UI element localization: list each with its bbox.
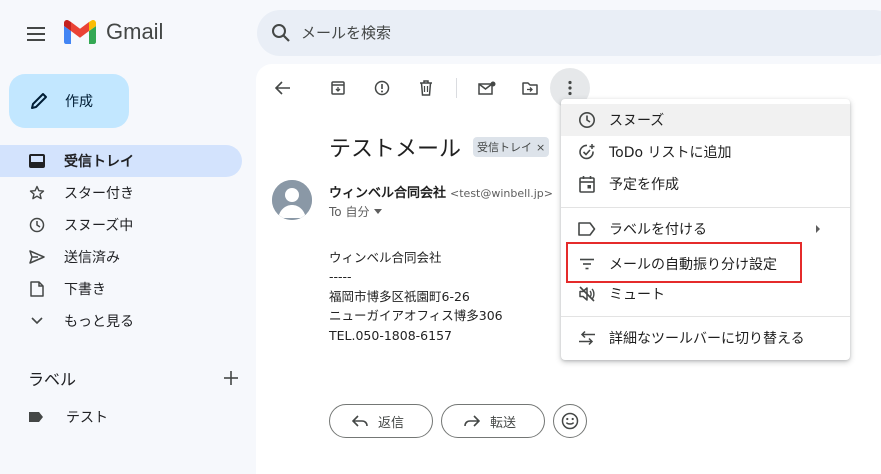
recipient-text: To 自分 <box>329 205 370 219</box>
sender-name[interactable]: ウィンベル合同会社 <box>329 182 446 201</box>
menu-item-create-event[interactable]: 予定を作成 <box>561 168 850 200</box>
move-to-icon[interactable] <box>518 76 542 100</box>
chip-label: 受信トレイ <box>477 141 533 154</box>
sidebar-item-label: スター付き <box>64 186 134 202</box>
sidebar-item-sent[interactable]: 送信済み <box>0 241 242 273</box>
avatar[interactable] <box>272 180 312 220</box>
search-icon[interactable] <box>271 23 291 43</box>
label-icon <box>28 411 44 423</box>
clock-icon <box>28 216 46 234</box>
sender-info: ウィンベル合同会社 <test@winbell.jp> <box>329 182 553 201</box>
swap-icon <box>577 328 597 348</box>
draft-icon <box>28 280 46 298</box>
reply-label: 返信 <box>378 415 405 431</box>
app-name: Gmail <box>106 19 164 44</box>
sidebar-item-starred[interactable]: スター付き <box>0 177 242 209</box>
label-item-test[interactable]: テスト <box>28 405 108 429</box>
menu-item-label: ラベルを付ける <box>609 222 707 238</box>
star-icon <box>28 184 46 202</box>
body-line: 福岡市博多区祇園町6-26 <box>329 288 470 304</box>
body-line: TEL.050-1808-6157 <box>329 327 452 343</box>
clock-icon <box>577 110 597 130</box>
main-menu-icon[interactable] <box>24 22 48 46</box>
inbox-chip: 受信トレイ × <box>473 137 550 157</box>
sidebar-item-label: 送信済み <box>64 250 120 266</box>
menu-divider <box>561 207 850 208</box>
sidebar-nav: 受信トレイ スター付き スヌーズ中 送信済み 下書き もっと見る <box>0 145 242 337</box>
label-item-label: テスト <box>66 410 108 426</box>
forward-icon <box>464 415 480 427</box>
calendar-icon <box>577 174 597 194</box>
more-options-menu: スヌーズ ToDo リストに追加 予定を作成 ラベルを付ける メールの自動振り分… <box>561 99 850 360</box>
red-highlight-box <box>566 242 802 283</box>
label-outline-icon <box>577 219 597 239</box>
caret-down-icon <box>374 209 383 214</box>
labels-header: ラベル <box>28 366 238 390</box>
send-icon <box>28 248 46 266</box>
sidebar-item-label: 受信トレイ <box>64 154 134 170</box>
sidebar-item-label: もっと見る <box>64 314 134 330</box>
delete-icon[interactable] <box>414 76 438 100</box>
sidebar-item-label: 下書き <box>64 282 106 298</box>
email-subject: テストメール 受信トレイ × <box>329 131 550 163</box>
plus-icon[interactable] <box>224 371 238 385</box>
email-body: ウィンベル合同会社 ----- 福岡市博多区祇園町6-26 ニューガイアオフィス… <box>329 248 503 345</box>
compose-button[interactable]: 作成 <box>9 74 129 128</box>
submenu-arrow-icon <box>816 225 820 233</box>
body-line: ウィンベル合同会社 <box>329 250 442 265</box>
gmail-logo[interactable]: Gmail <box>64 19 163 45</box>
sidebar-item-snoozed[interactable]: スヌーズ中 <box>0 209 242 241</box>
menu-item-label: 予定を作成 <box>609 177 679 193</box>
labels-title: ラベル <box>28 370 77 389</box>
forward-label: 転送 <box>490 415 517 431</box>
back-icon[interactable] <box>271 76 295 100</box>
mark-unread-icon[interactable] <box>475 76 499 100</box>
toolbar-divider <box>456 78 457 98</box>
menu-item-label: ToDo リストに追加 <box>609 145 732 161</box>
menu-item-add-task[interactable]: ToDo リストに追加 <box>561 136 850 168</box>
reply-button[interactable]: 返信 <box>329 404 433 438</box>
subject-text: テストメール <box>329 137 462 162</box>
sidebar-item-drafts[interactable]: 下書き <box>0 273 242 305</box>
chevron-down-icon <box>28 312 46 330</box>
search-bar[interactable] <box>257 10 881 56</box>
mute-icon <box>577 284 597 304</box>
sidebar-item-more[interactable]: もっと見る <box>0 305 242 337</box>
chip-close-icon[interactable]: × <box>536 141 545 154</box>
add-task-icon <box>577 142 597 162</box>
menu-item-label: スヌーズ <box>609 113 665 129</box>
search-input[interactable] <box>299 23 803 43</box>
menu-item-label: ミュート <box>609 287 665 303</box>
compose-label: 作成 <box>65 94 93 110</box>
sidebar-item-label: スヌーズ中 <box>64 218 134 234</box>
body-line: ニューガイアオフィス博多306 <box>329 308 503 324</box>
menu-item-switch-toolbar[interactable]: 詳細なツールバーに切り替える <box>561 322 850 354</box>
menu-item-label: 詳細なツールバーに切り替える <box>609 331 805 347</box>
archive-icon[interactable] <box>326 76 350 100</box>
forward-button[interactable]: 転送 <box>441 404 545 438</box>
sidebar-item-inbox[interactable]: 受信トレイ <box>0 145 242 177</box>
menu-item-snooze[interactable]: スヌーズ <box>561 104 850 136</box>
recipient-line[interactable]: To 自分 <box>329 203 383 220</box>
inbox-icon <box>28 152 46 170</box>
body-line: ----- <box>329 269 352 285</box>
pencil-icon <box>29 91 49 111</box>
menu-item-label-as[interactable]: ラベルを付ける <box>561 213 850 245</box>
emoji-reaction-button[interactable] <box>553 404 587 438</box>
report-spam-icon[interactable] <box>370 76 394 100</box>
more-vert-icon <box>568 80 572 96</box>
reply-icon <box>352 415 368 427</box>
smiley-icon <box>561 412 579 430</box>
menu-divider <box>561 316 850 317</box>
gmail-m-icon <box>64 20 96 44</box>
sender-email: <test@winbell.jp> <box>450 187 553 200</box>
